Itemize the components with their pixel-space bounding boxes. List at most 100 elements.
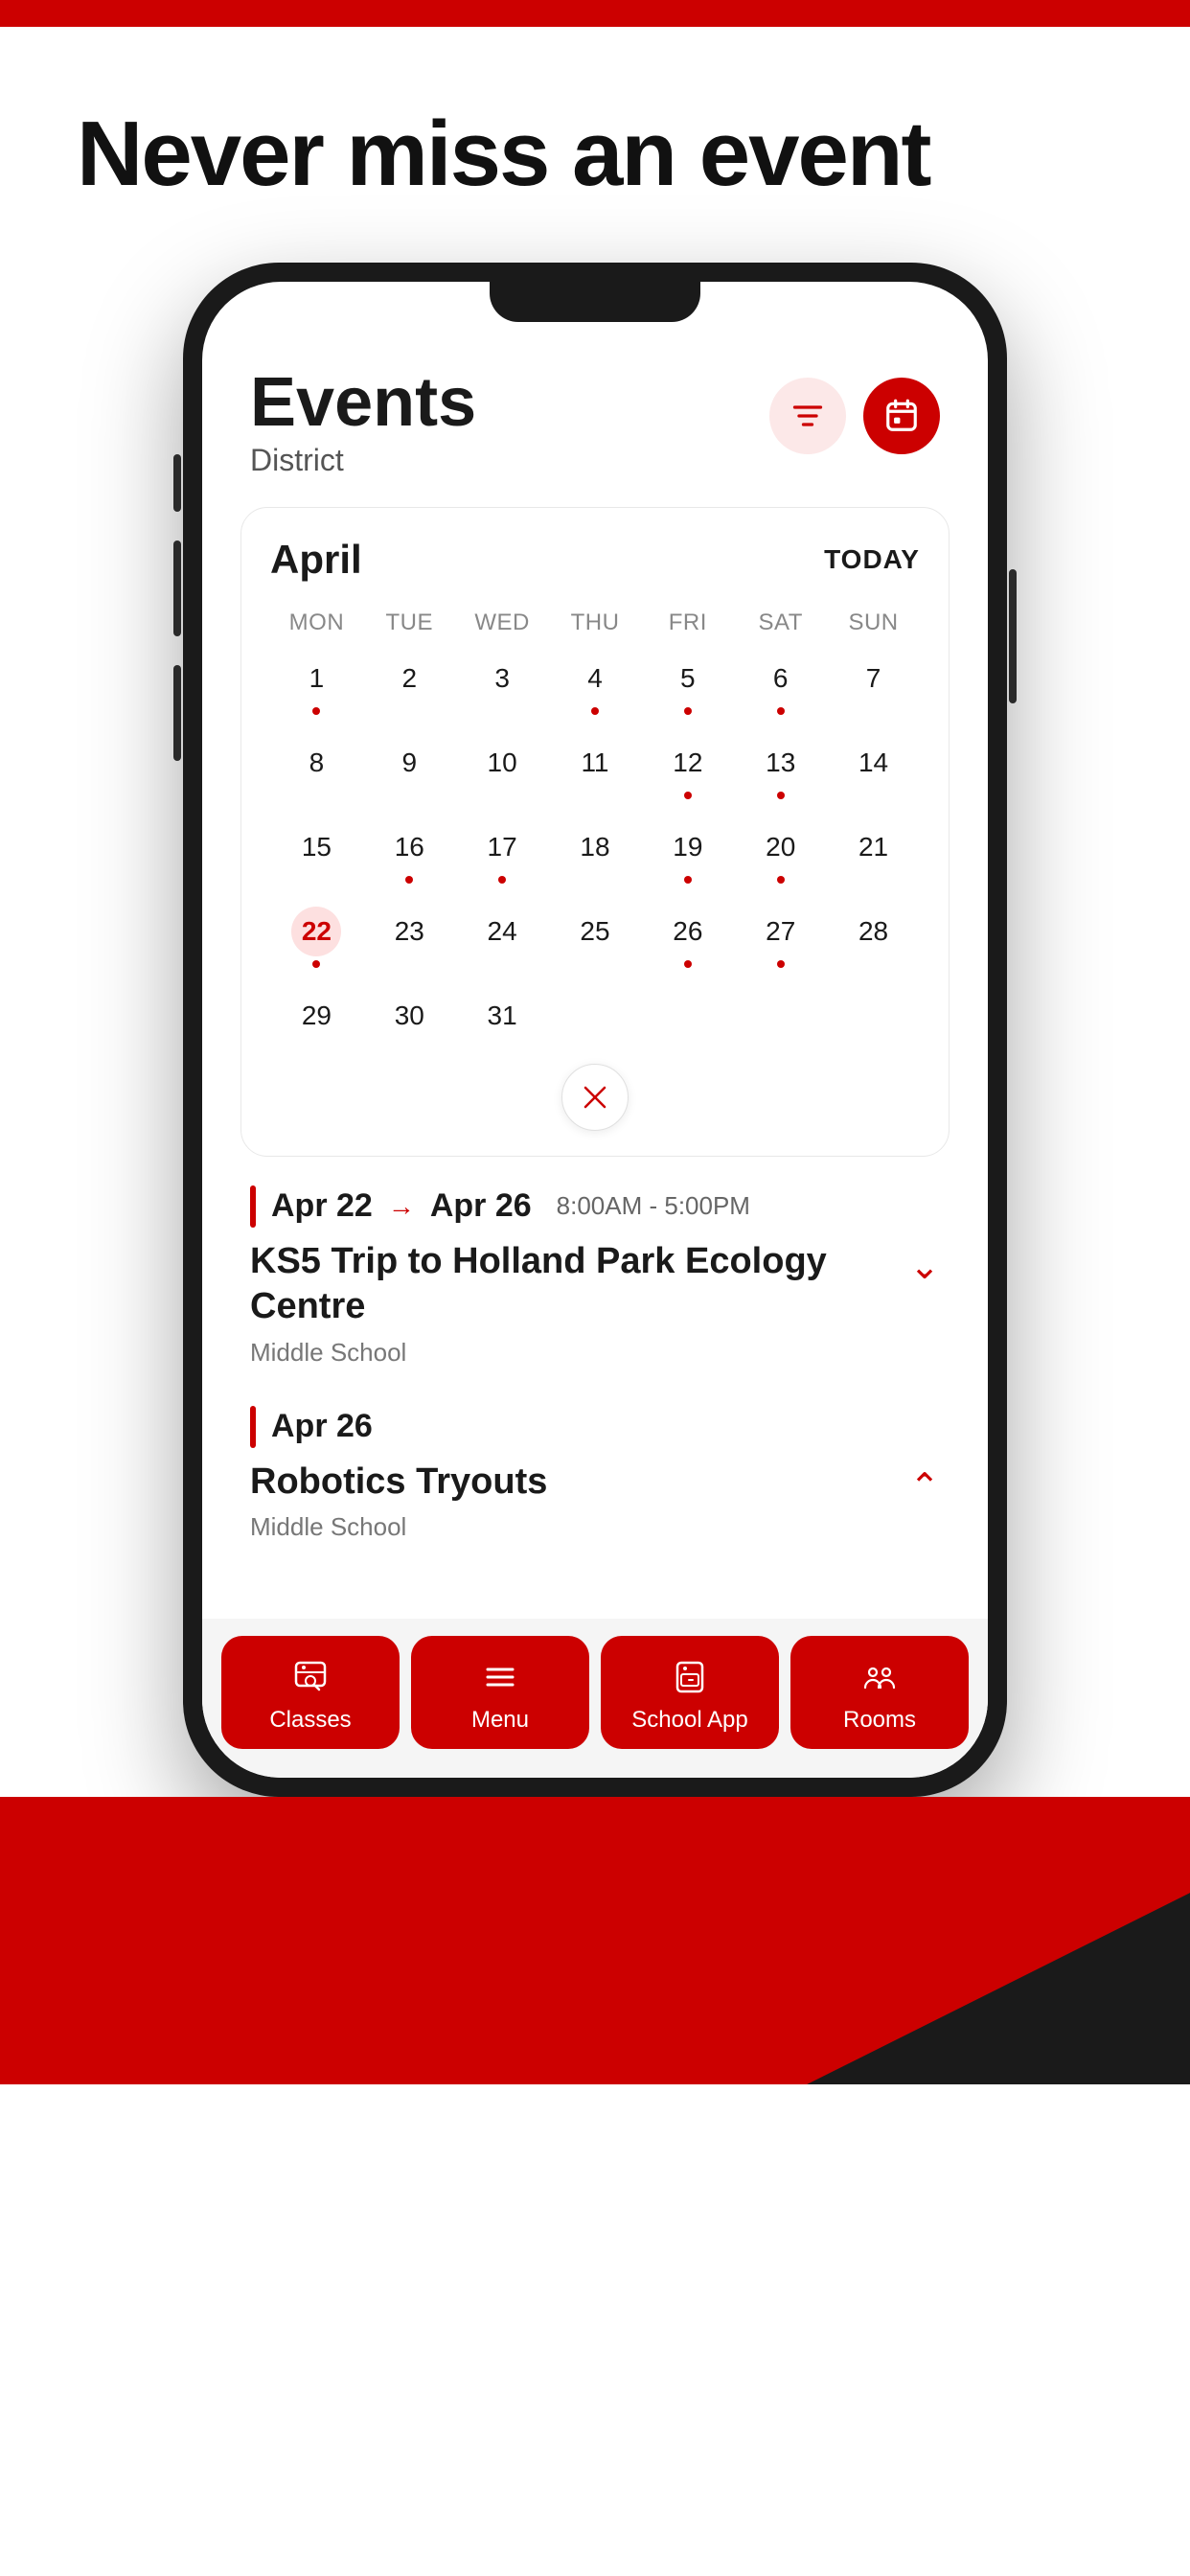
chevron-up-icon[interactable]: ⌃ [909, 1465, 940, 1508]
cal-day-24[interactable]: 24 [456, 897, 549, 981]
rooms-icon [858, 1655, 902, 1699]
event-item-1: Apr 22 → Apr 26 8:00AM - 5:00PM KS5 Trip… [250, 1185, 940, 1368]
event-item-2: Apr 26 Robotics Tryouts Middle School ⌃ [250, 1406, 940, 1543]
day-header-fri: FRI [641, 602, 734, 644]
cal-day-26[interactable]: 26 [641, 897, 734, 981]
cal-day-6[interactable]: 6 [734, 644, 827, 728]
nav-classes-label: Classes [269, 1707, 351, 1734]
calendar-week-1: 1 2 3 4 5 6 7 [270, 644, 920, 728]
events-header: Events District [202, 349, 988, 488]
cal-day-21[interactable]: 21 [827, 813, 920, 897]
cal-day-31[interactable]: 31 [456, 981, 549, 1054]
cal-day-empty-3 [734, 981, 827, 1054]
cal-day-empty-1 [549, 981, 642, 1054]
cal-day-13[interactable]: 13 [734, 728, 827, 813]
top-status-bar [0, 0, 1190, 27]
cal-day-11[interactable]: 11 [549, 728, 642, 813]
event-1-arrow-icon: → [388, 1191, 415, 1222]
nav-classes-button[interactable]: Classes [221, 1636, 400, 1749]
phone-device: Events District [183, 263, 1007, 1798]
phone-notch [490, 282, 700, 322]
cal-day-17[interactable]: 17 [456, 813, 549, 897]
day-header-mon: MON [270, 602, 363, 644]
cal-day-8[interactable]: 8 [270, 728, 363, 813]
bottom-decorative-section [0, 1797, 1190, 2084]
cal-day-15[interactable]: 15 [270, 813, 363, 897]
cal-day-20[interactable]: 20 [734, 813, 827, 897]
nav-rooms-label: Rooms [843, 1707, 916, 1734]
cal-day-29[interactable]: 29 [270, 981, 363, 1054]
cal-day-23[interactable]: 23 [363, 897, 456, 981]
cal-day-18[interactable]: 18 [549, 813, 642, 897]
events-subtitle: District [250, 443, 476, 478]
filter-button[interactable] [769, 378, 846, 454]
event-2-date-bar [250, 1406, 256, 1448]
calendar-close-button[interactable] [561, 1064, 629, 1131]
bottom-black-shape [807, 1893, 1190, 2084]
event-2-date: Apr 26 [271, 1408, 373, 1445]
nav-rooms-button[interactable]: Rooms [790, 1636, 969, 1749]
classes-icon [288, 1655, 332, 1699]
phone-silent-btn [173, 665, 181, 761]
phone-screen: Events District [202, 282, 988, 1779]
cal-day-25[interactable]: 25 [549, 897, 642, 981]
calendar-week-2: 8 9 10 11 12 13 14 [270, 728, 920, 813]
phone-wrapper: Events District [0, 263, 1190, 1798]
nav-menu-button[interactable]: Menu [411, 1636, 589, 1749]
cal-day-empty-2 [641, 981, 734, 1054]
headline-text: Never miss an event [77, 104, 1113, 205]
cal-day-3[interactable]: 3 [456, 644, 549, 728]
chevron-down-icon[interactable]: ⌄ [909, 1245, 940, 1288]
cal-day-22[interactable]: 22 [270, 897, 363, 981]
menu-icon [478, 1655, 522, 1699]
calendar-week-4: 22 23 24 25 26 27 28 [270, 897, 920, 981]
day-header-sat: SAT [734, 602, 827, 644]
calendar-day-headers: MON TUE WED THU FRI SAT SUN [270, 602, 920, 644]
bottom-navigation: Classes Menu [202, 1619, 988, 1778]
day-header-tue: TUE [363, 602, 456, 644]
events-title-block: Events District [250, 368, 476, 478]
cal-day-14[interactable]: 14 [827, 728, 920, 813]
cal-day-9[interactable]: 9 [363, 728, 456, 813]
close-x-icon [581, 1083, 609, 1112]
phone-volume-up-btn [173, 454, 181, 512]
event-2-info: Robotics Tryouts Middle School [250, 1460, 547, 1543]
event-2-title: Robotics Tryouts [250, 1460, 547, 1506]
cal-day-5[interactable]: 5 [641, 644, 734, 728]
headline-section: Never miss an event [0, 27, 1190, 263]
event-1-title: KS5 Trip to Holland Park Ecology Centre [250, 1239, 890, 1330]
cal-day-27[interactable]: 27 [734, 897, 827, 981]
event-1-info: KS5 Trip to Holland Park Ecology Centre … [250, 1239, 890, 1368]
cal-day-10[interactable]: 10 [456, 728, 549, 813]
cal-day-12[interactable]: 12 [641, 728, 734, 813]
calendar-week-5: 29 30 31 [270, 981, 920, 1054]
event-1-date-from: Apr 22 [271, 1187, 373, 1225]
event-list: Apr 22 → Apr 26 8:00AM - 5:00PM KS5 Trip… [202, 1157, 988, 1600]
event-1-school: Middle School [250, 1338, 890, 1368]
event-2-school: Middle School [250, 1512, 547, 1542]
cal-day-2[interactable]: 2 [363, 644, 456, 728]
cal-day-empty-4 [827, 981, 920, 1054]
cal-day-1[interactable]: 1 [270, 644, 363, 728]
calendar-grid: MON TUE WED THU FRI SAT SUN 1 2 3 4 [270, 602, 920, 1054]
calendar-toggle-button[interactable] [863, 378, 940, 454]
cal-day-19[interactable]: 19 [641, 813, 734, 897]
today-button[interactable]: TODAY [824, 544, 920, 575]
event-2-card[interactable]: Robotics Tryouts Middle School ⌃ [250, 1460, 940, 1543]
school-app-icon [668, 1655, 712, 1699]
day-header-wed: WED [456, 602, 549, 644]
event-1-card[interactable]: KS5 Trip to Holland Park Ecology Centre … [250, 1239, 940, 1368]
cal-day-4[interactable]: 4 [549, 644, 642, 728]
calendar-close-area [270, 1064, 920, 1137]
cal-day-16[interactable]: 16 [363, 813, 456, 897]
nav-school-app-button[interactable]: School App [601, 1636, 779, 1749]
events-title: Events [250, 368, 476, 437]
cal-day-7[interactable]: 7 [827, 644, 920, 728]
day-header-sun: SUN [827, 602, 920, 644]
nav-menu-label: Menu [471, 1707, 529, 1734]
nav-school-app-label: School App [631, 1707, 747, 1734]
cal-day-28[interactable]: 28 [827, 897, 920, 981]
filter-icon [790, 399, 825, 433]
cal-day-30[interactable]: 30 [363, 981, 456, 1054]
event-1-time: 8:00AM - 5:00PM [557, 1191, 750, 1221]
